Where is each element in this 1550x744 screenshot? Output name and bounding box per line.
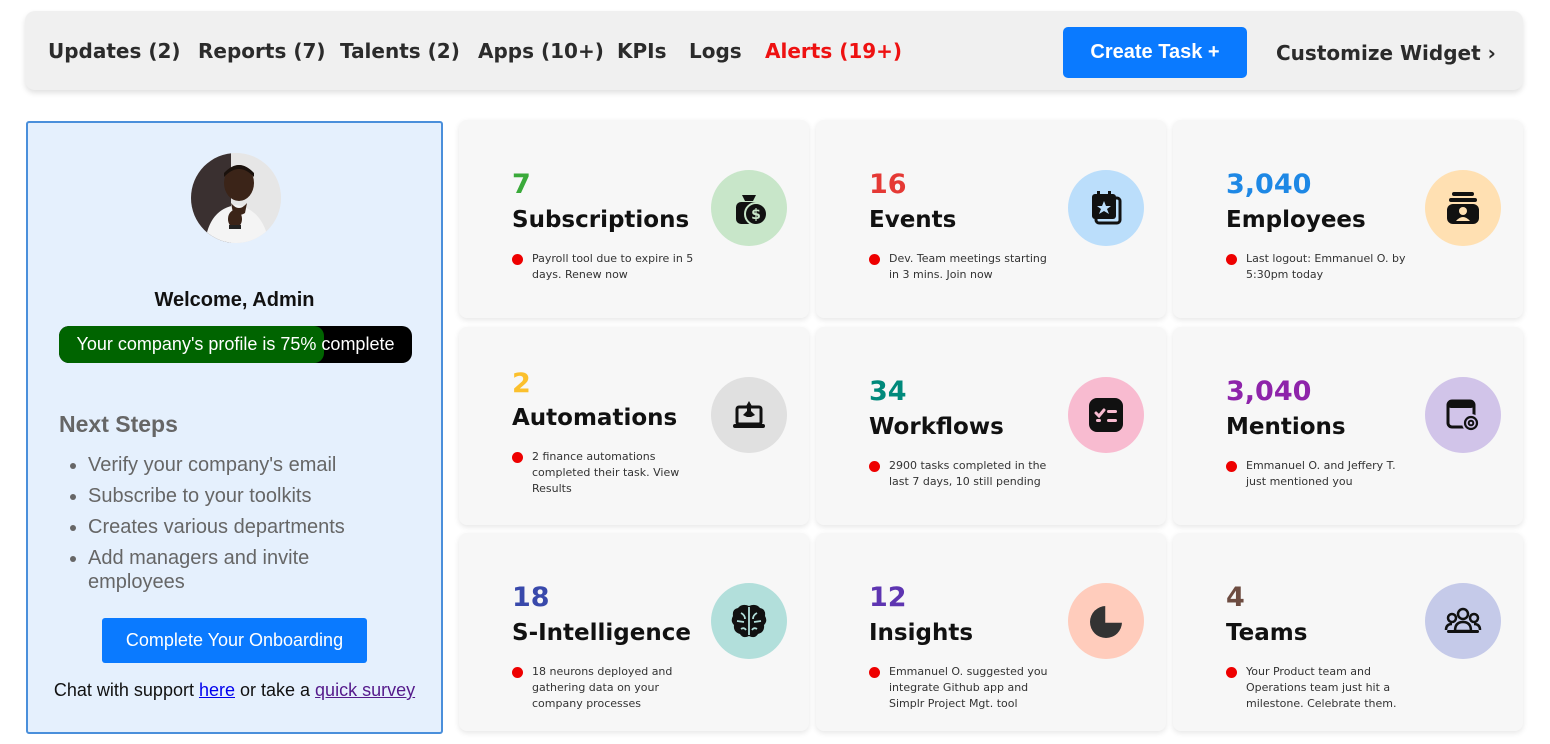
id-badge-icon[interactable] [1425, 170, 1501, 246]
card-count: 2 [512, 368, 531, 399]
card-count: 12 [869, 582, 907, 613]
list-item: Add managers and invite employees [88, 546, 408, 594]
card-subscriptions[interactable]: 7 Subscriptions $ Payroll tool due to ex… [459, 120, 809, 318]
profile-progress-bar: Your company's profile is 75% complete [59, 326, 412, 363]
support-middle: or take a [235, 680, 316, 700]
status-dot [869, 667, 880, 678]
card-mentions[interactable]: 3,040 Mentions Emmanuel O. and Jeffery T… [1173, 327, 1523, 525]
team-icon[interactable] [1425, 583, 1501, 659]
card-workflows[interactable]: 34 Workflows 2900 tasks completed in the… [816, 327, 1166, 525]
card-note: Your Product team and Operations team ju… [1226, 664, 1416, 712]
card-note-text: 18 neurons deployed and gathering data o… [532, 665, 673, 710]
nav-item-updates[interactable]: Updates (2) [48, 38, 181, 64]
card-note: Last logout: Emmanuel O. by 5:30pm today [1226, 251, 1416, 283]
quick-survey-link[interactable]: quick survey [315, 680, 415, 700]
card-note: Emmanuel O. and Jeffery T. just mentione… [1226, 458, 1416, 490]
card-title: Mentions [1226, 414, 1346, 440]
nav-item-kpis[interactable]: KPIs [617, 38, 667, 64]
status-dot [1226, 461, 1237, 472]
card-note: Dev. Team meetings starting in 3 mins. J… [869, 251, 1059, 283]
card-insights[interactable]: 12 Insights Emmanuel O. suggested you in… [816, 533, 1166, 731]
card-note: Payroll tool due to expire in 5 days. Re… [512, 251, 702, 283]
card-count: 3,040 [1226, 169, 1312, 200]
support-here-link[interactable]: here [199, 680, 235, 700]
next-steps-heading: Next Steps [59, 411, 178, 437]
mention-icon[interactable] [1425, 377, 1501, 453]
customize-widget-link[interactable]: Customize Widget › [1276, 40, 1496, 66]
calendar-star-icon[interactable] [1068, 170, 1144, 246]
card-s-intelligence[interactable]: 18 S-Intelligence 18 neurons deployed an… [459, 533, 809, 731]
profile-photo [191, 153, 281, 243]
card-note-text: 2 finance automations completed their ta… [532, 450, 680, 495]
nav-item-reports[interactable]: Reports (7) [198, 38, 326, 64]
card-title: Automations [512, 405, 678, 431]
card-automations[interactable]: 2 Automations 2 finance automations comp… [459, 327, 809, 525]
card-count: 34 [869, 376, 907, 407]
card-count: 3,040 [1226, 376, 1312, 407]
support-line: Chat with support here or take a quick s… [28, 680, 441, 701]
card-note-text: Payroll tool due to expire in 5 days. Re… [532, 252, 694, 281]
status-dot [869, 254, 880, 265]
complete-onboarding-button[interactable]: Complete Your Onboarding [102, 618, 367, 663]
card-title: S-Intelligence [512, 620, 691, 646]
laptop-launch-icon[interactable] [711, 377, 787, 453]
brain-icon[interactable] [711, 583, 787, 659]
nav-item-alerts[interactable]: Alerts (19+) [765, 38, 902, 64]
support-prefix: Chat with support [53, 680, 199, 700]
nav-item-apps[interactable]: Apps (10+) [478, 38, 604, 64]
card-employees[interactable]: 3,040 Employees Last logout: Emmanuel O.… [1173, 120, 1523, 318]
card-title: Subscriptions [512, 207, 690, 233]
money-bag-icon[interactable]: $ [711, 170, 787, 246]
welcome-heading: Welcome, Admin [154, 289, 315, 311]
card-count: 18 [512, 582, 550, 613]
card-note-text: 2900 tasks completed in the last 7 days,… [889, 459, 1047, 488]
list-item: Creates various departments [88, 515, 408, 539]
status-dot [1226, 667, 1237, 678]
nav-item-talents[interactable]: Talents (2) [340, 38, 460, 64]
card-note-text: Dev. Team meetings starting in 3 mins. J… [889, 252, 1047, 281]
create-task-button[interactable]: Create Task + [1063, 27, 1247, 78]
card-title: Employees [1226, 207, 1366, 233]
top-navigation-bar: Updates (2) Reports (7) Talents (2) Apps… [25, 11, 1523, 90]
card-note-text: Emmanuel O. and Jeffery T. just mentione… [1246, 459, 1396, 488]
status-dot [1226, 254, 1237, 265]
card-count: 16 [869, 169, 907, 200]
card-count: 7 [512, 169, 531, 200]
status-dot [512, 452, 523, 463]
svg-text:$: $ [751, 207, 761, 223]
card-count: 4 [1226, 582, 1245, 613]
card-note-text: Last logout: Emmanuel O. by 5:30pm today [1246, 252, 1406, 281]
next-steps-list: Verify your company's email Subscribe to… [88, 453, 408, 601]
card-title: Events [869, 207, 957, 233]
welcome-panel: Welcome, Admin Your company's profile is… [26, 121, 443, 734]
card-note: 18 neurons deployed and gathering data o… [512, 664, 702, 712]
avatar[interactable] [191, 153, 281, 243]
card-title: Workflows [869, 414, 1004, 440]
list-item: Verify your company's email [88, 453, 408, 477]
checklist-icon[interactable] [1068, 377, 1144, 453]
card-note-text: Your Product team and Operations team ju… [1246, 665, 1397, 710]
card-events[interactable]: 16 Events Dev. Team meetings starting in… [816, 120, 1166, 318]
pie-chart-icon[interactable] [1068, 583, 1144, 659]
list-item: Subscribe to your toolkits [88, 484, 408, 508]
card-note: Emmanuel O. suggested you integrate Gith… [869, 664, 1059, 712]
card-title: Insights [869, 620, 974, 646]
progress-label: Your company's profile is 75% complete [76, 334, 395, 354]
card-note: 2 finance automations completed their ta… [512, 449, 702, 497]
status-dot [512, 254, 523, 265]
card-title: Teams [1226, 620, 1308, 646]
card-note-text: Emmanuel O. suggested you integrate Gith… [889, 665, 1048, 710]
status-dot [869, 461, 880, 472]
card-teams[interactable]: 4 Teams Your Product team and Operations… [1173, 533, 1523, 731]
status-dot [512, 667, 523, 678]
nav-item-logs[interactable]: Logs [689, 38, 742, 64]
card-note: 2900 tasks completed in the last 7 days,… [869, 458, 1059, 490]
